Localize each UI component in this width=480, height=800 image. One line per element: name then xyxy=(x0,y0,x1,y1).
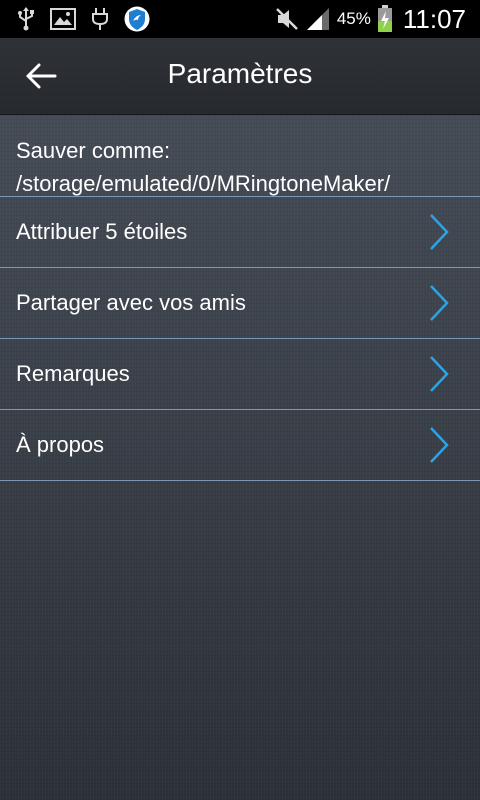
mute-icon xyxy=(275,8,298,30)
chevron-right-icon xyxy=(430,356,449,392)
battery-charging-icon xyxy=(377,5,392,32)
system-indicators: 45% 11:07 xyxy=(275,4,480,35)
chevron-right-icon xyxy=(430,214,449,250)
usb-icon xyxy=(18,7,34,31)
image-icon xyxy=(50,8,76,30)
rate-5-stars-item[interactable]: Attribuer 5 étoiles xyxy=(0,197,480,268)
list-item-label: Partager avec vos amis xyxy=(16,290,246,315)
feedback-item[interactable]: Remarques xyxy=(0,339,480,410)
chevron-right-icon xyxy=(430,285,449,321)
list-item-label: À propos xyxy=(16,432,105,457)
save-location-item[interactable]: Sauver comme: /storage/emulated/0/MRingt… xyxy=(0,114,480,197)
share-with-friends-item[interactable]: Partager avec vos amis xyxy=(0,268,480,339)
charging-plug-icon xyxy=(92,8,108,30)
clock: 11:07 xyxy=(402,3,466,34)
settings-list: Sauver comme: /storage/emulated/0/MRingt… xyxy=(0,114,480,481)
status-bar: 45% 11:07 xyxy=(0,0,480,38)
signal-icon xyxy=(306,8,329,30)
shield-app-icon xyxy=(124,6,150,32)
notification-icons xyxy=(0,6,150,32)
chevron-right-icon xyxy=(430,427,449,463)
page-title: Paramètres xyxy=(167,58,313,89)
list-item-label: Attribuer 5 étoiles xyxy=(16,219,188,244)
battery-percent: 45% xyxy=(336,9,371,28)
save-as-label: Sauver comme: xyxy=(16,138,171,163)
list-item-label: Remarques xyxy=(16,361,130,386)
action-bar: Paramètres xyxy=(0,38,480,115)
about-item[interactable]: À propos xyxy=(0,410,480,481)
save-path: /storage/emulated/0/MRingtoneMaker/ xyxy=(16,171,391,196)
